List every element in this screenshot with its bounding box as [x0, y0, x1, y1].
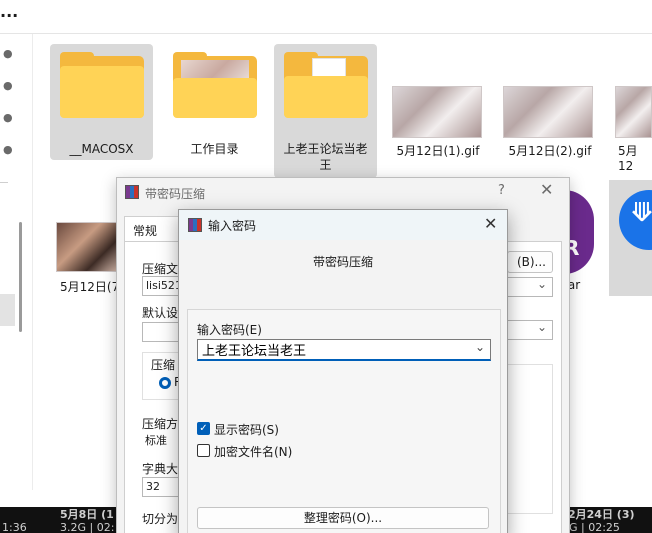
file-label: 5月12日(2).gif [508, 144, 592, 158]
dictionary-size-label: 字典大 [142, 462, 179, 476]
chevron-down-icon[interactable]: ⌄ [475, 340, 485, 354]
dialog-title: 输入密码 [208, 219, 257, 233]
format-group-label: 压缩 [151, 358, 176, 372]
dialog-title: 带密码压缩 [145, 187, 206, 201]
more-options-ellipsis[interactable]: ... [0, 2, 18, 21]
strip-time: 1:36 [2, 521, 27, 533]
organize-passwords-button[interactable]: 整理密码(O)... [197, 507, 489, 529]
gif-thumbnail[interactable] [503, 86, 593, 138]
winrar-icon [125, 185, 139, 199]
winrar-icon [188, 218, 202, 232]
file-label: 5月12日(1).gif [396, 144, 480, 158]
format-radio-rar[interactable] [159, 377, 171, 389]
folder-macosx[interactable]: __MACOSX [50, 44, 153, 160]
help-button[interactable]: ? [498, 183, 505, 198]
explorer-toolbar: ... [0, 0, 652, 34]
archive-name-label: 压缩文 [142, 262, 179, 276]
enter-password-dialog: 输入密码 ✕ 带密码压缩 输入密码(E) ⌄ ✓ 显示密码(S) 加密文件名(N… [178, 209, 508, 533]
folder-icon [173, 52, 257, 118]
nav-selected-item[interactable] [0, 294, 15, 326]
encrypt-filenames-label: 加密文件名(N) [214, 445, 293, 459]
browse-button[interactable]: (B)... [507, 251, 553, 273]
dialog-titlebar[interactable]: 输入密码 ✕ [179, 210, 507, 240]
dialog-heading: 带密码压缩 [312, 255, 373, 269]
gif-thumbnail[interactable] [392, 86, 482, 138]
password-input[interactable] [197, 339, 491, 361]
file-label: 5月12 [618, 144, 638, 173]
pin-icon: ● [3, 143, 13, 156]
pin-icon: ● [3, 79, 13, 92]
archive-name-dropdown[interactable] [507, 275, 553, 297]
nav-divider [0, 182, 8, 183]
arrow-down-icon: ⟱ [631, 198, 652, 228]
nav-scrollbar[interactable] [19, 222, 22, 332]
strip-meta: 3.2G | 02: [60, 521, 115, 533]
gif-thumbnail[interactable] [615, 86, 652, 138]
strip-meta: G | 02:25 [569, 521, 620, 533]
video-thumbnail[interactable] [56, 222, 120, 272]
show-password-label: 显示密码(S) [214, 423, 279, 437]
update-mode-dropdown[interactable] [507, 318, 553, 340]
strip-date: 5月8日 (1 [60, 508, 114, 521]
default-settings-label: 默认设 [142, 306, 179, 320]
folder-laowang[interactable]: 上老王论坛当老 王 [274, 44, 377, 178]
close-button[interactable]: ✕ [540, 180, 553, 199]
folder-label: __MACOSX [69, 142, 134, 156]
strip-date: 2月24日 (3) [568, 508, 635, 521]
compression-method-label: 压缩方 [142, 417, 179, 431]
folder-label: 上老王论坛当老 王 [283, 142, 368, 172]
options-group [507, 364, 553, 514]
folder-icon [60, 52, 144, 118]
folder-icon [284, 52, 368, 118]
password-label: 输入密码(E) [197, 323, 262, 337]
folder-work-directory[interactable]: 工作目录 [163, 44, 266, 160]
installer-file-tile[interactable]: ⟱ [609, 180, 652, 296]
navigation-pane: ● ● ● ● [0, 34, 33, 490]
tab-general[interactable]: 常规 [124, 216, 182, 242]
close-button[interactable]: ✕ [484, 214, 497, 233]
encrypt-filenames-checkbox[interactable] [197, 444, 210, 457]
folder-label: 工作目录 [190, 142, 239, 156]
pin-icon: ● [3, 47, 13, 60]
file-label: 5月12日(7 [60, 280, 120, 294]
dialog-titlebar[interactable]: 带密码压缩 ? ✕ [117, 178, 569, 207]
show-password-checkbox[interactable]: ✓ [197, 422, 210, 435]
split-volumes-label: 切分为 [142, 512, 179, 526]
pin-icon: ● [3, 111, 13, 124]
